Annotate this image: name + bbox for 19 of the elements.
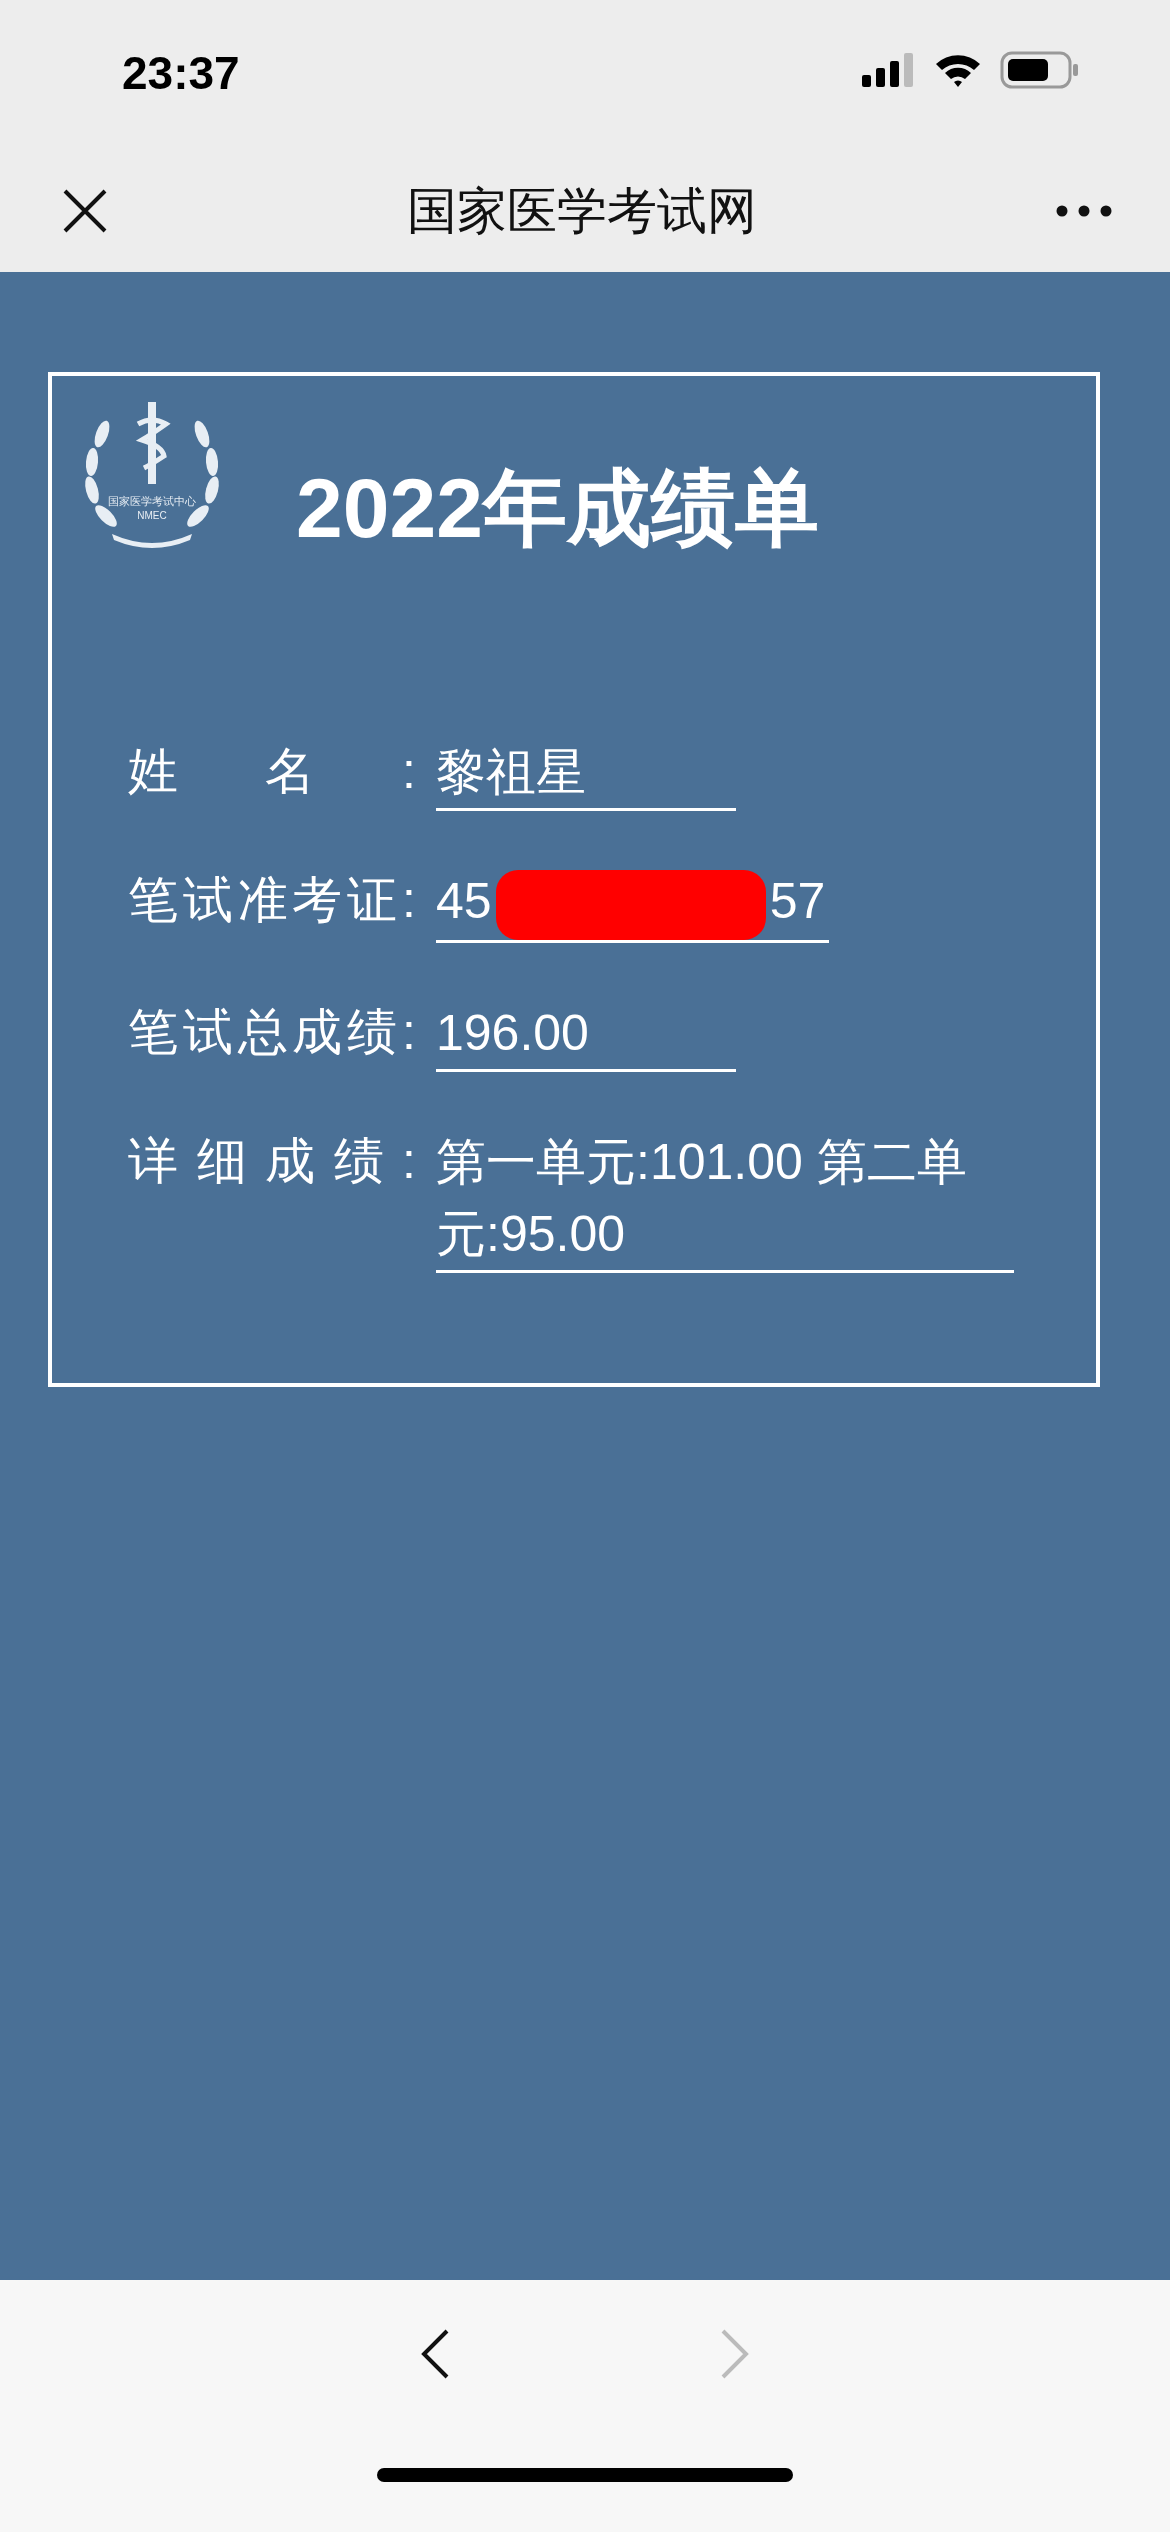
close-icon[interactable] (62, 188, 108, 234)
back-icon[interactable] (420, 2328, 450, 2380)
page-title: 国家医学考试网 (407, 181, 757, 241)
logo-text: NMEC (136, 510, 168, 521)
field-value: 196.00 (436, 996, 736, 1072)
field-label: 笔试总成绩: (128, 1002, 418, 1062)
card-title: 2022年成绩单 (296, 460, 819, 557)
logo-text: 国家医学考试中心 (107, 494, 197, 509)
field-value: 第一单元:101.00 第二单元:95.00 (436, 1125, 1014, 1273)
status-time: 23:37 (122, 45, 240, 100)
field-label: 姓名: (128, 742, 418, 801)
field-label: 笔试准考证: (128, 871, 418, 930)
field-value: 45 57 (436, 865, 829, 943)
field-label: 详细成绩: (128, 1131, 418, 1191)
field-value: 黎祖星 (436, 736, 736, 811)
wifi-icon (934, 52, 982, 88)
signal-icon (862, 53, 916, 87)
more-icon[interactable] (1056, 205, 1112, 217)
battery-icon (1000, 51, 1080, 89)
